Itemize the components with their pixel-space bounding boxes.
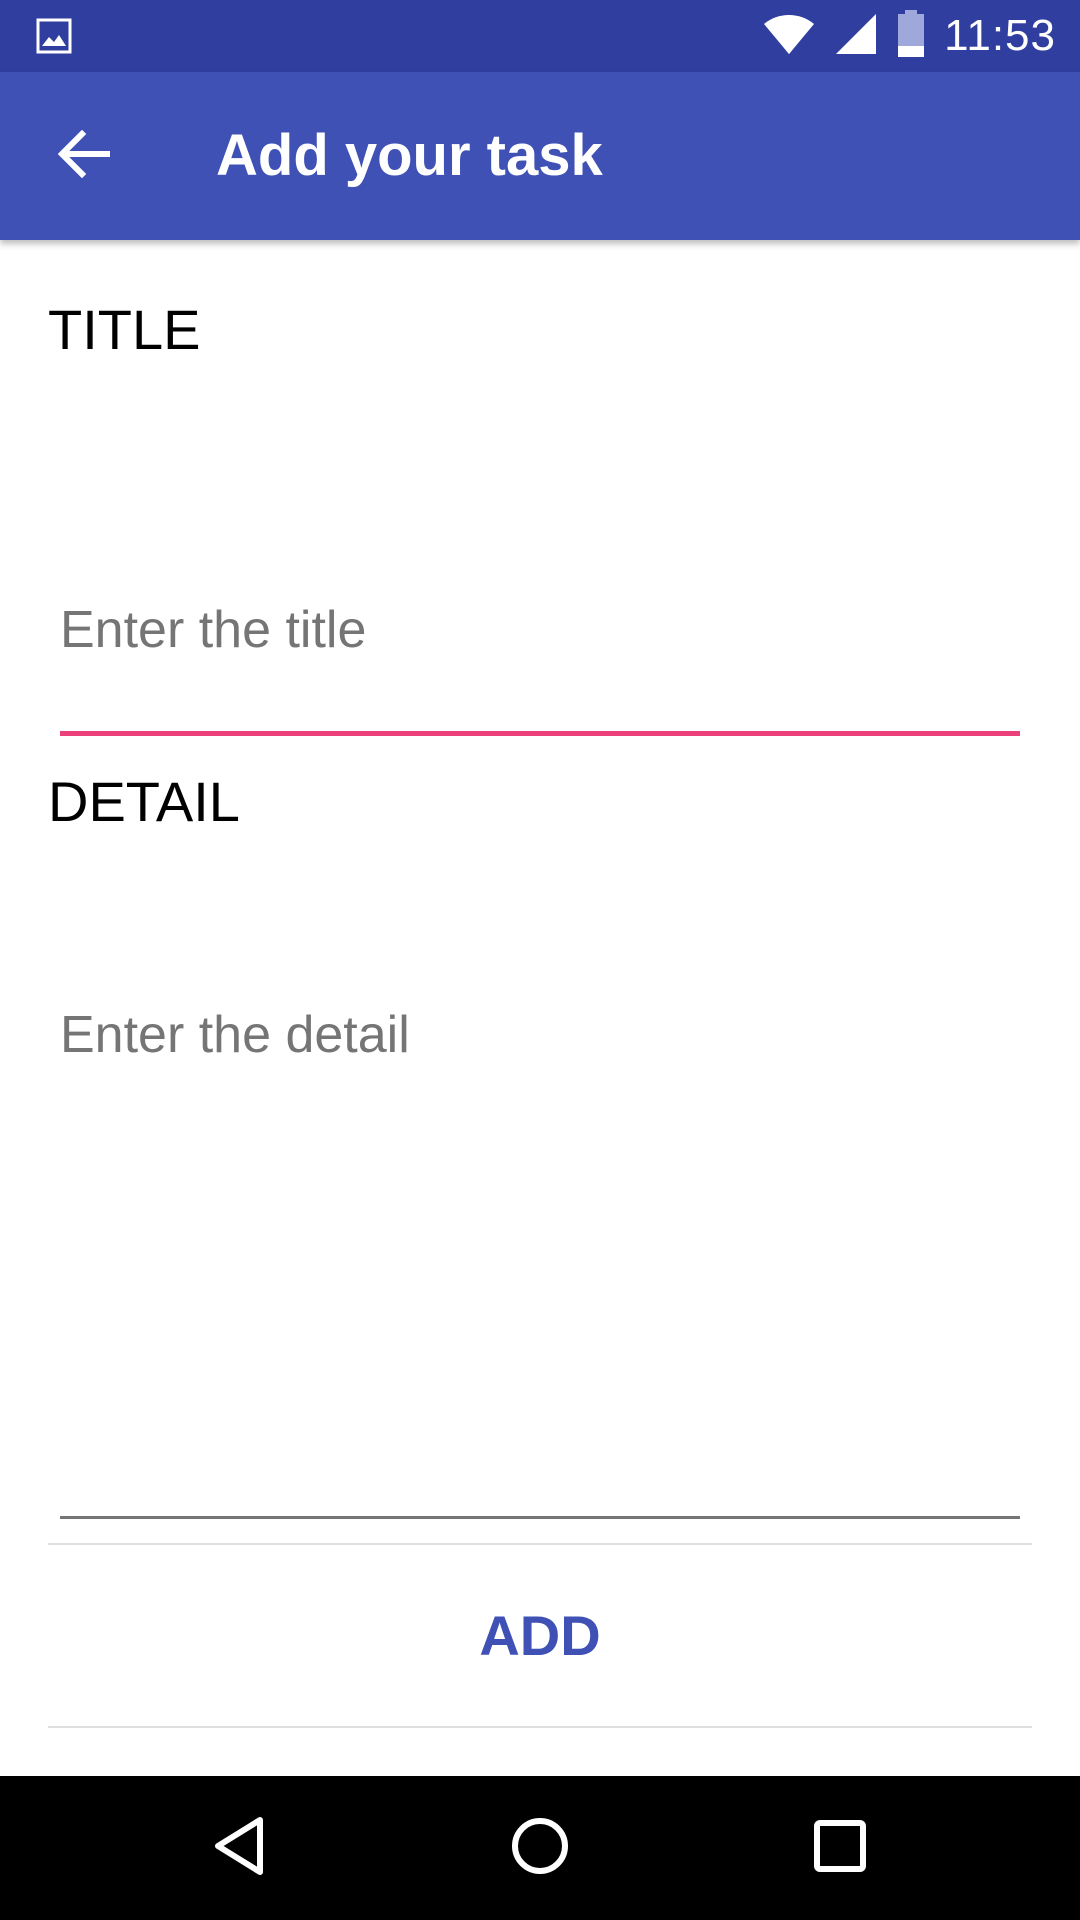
battery-icon — [896, 9, 926, 63]
navigation-bar — [0, 1776, 1080, 1920]
nav-recents-icon — [812, 1818, 868, 1879]
title-label: TITLE — [48, 298, 201, 361]
title-input[interactable] — [60, 590, 1020, 670]
add-button[interactable]: ADD — [48, 1545, 1032, 1726]
arrow-back-icon — [57, 129, 111, 183]
nav-home-button[interactable] — [490, 1798, 590, 1898]
status-time: 11:53 — [944, 11, 1056, 60]
status-indicators: 11:53 — [762, 0, 1056, 72]
nav-back-icon — [210, 1814, 270, 1883]
nav-recents-button[interactable] — [790, 1798, 890, 1898]
wifi-icon — [762, 12, 816, 61]
detail-input-underline — [60, 1516, 1020, 1519]
signal-icon — [834, 12, 878, 61]
title-input-underline — [60, 731, 1020, 736]
detail-input[interactable] — [60, 1000, 1020, 1500]
app-bar: Add your task — [0, 72, 1080, 240]
gallery-icon — [36, 18, 72, 54]
nav-back-button[interactable] — [190, 1798, 290, 1898]
page-title: Add your task — [216, 123, 603, 188]
divider — [48, 1726, 1032, 1728]
status-bar: 11:53 — [0, 0, 1080, 72]
detail-label: DETAIL — [48, 770, 240, 833]
back-button[interactable] — [40, 112, 128, 200]
nav-home-icon — [510, 1816, 570, 1881]
screen: 11:53 Add your task TITLE DETAIL ADD — [0, 0, 1080, 1920]
